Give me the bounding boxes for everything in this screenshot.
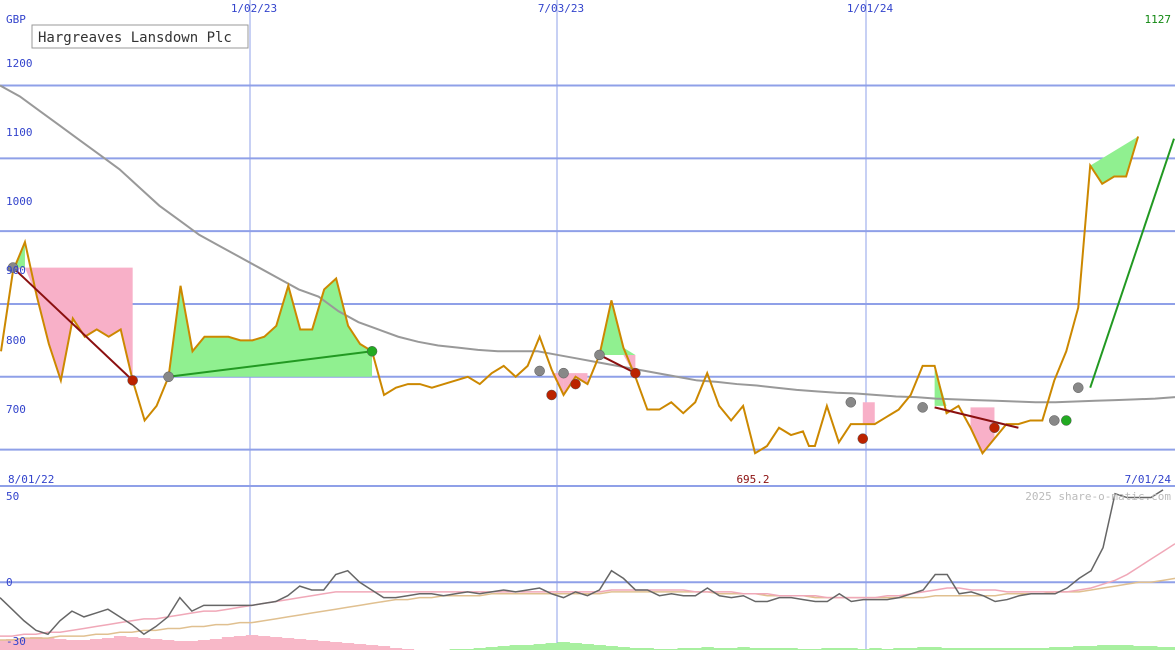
signal-marker-neutral bbox=[1072, 382, 1084, 393]
osc-bar bbox=[305, 640, 319, 650]
signal-marker-neutral bbox=[845, 397, 857, 408]
osc-bar bbox=[66, 640, 79, 650]
osc-bar bbox=[30, 637, 43, 650]
osc-tick-label: 50 bbox=[6, 490, 19, 503]
osc-bar bbox=[161, 640, 175, 650]
osc-bar bbox=[1073, 646, 1086, 650]
price-chart: GBP 1127 1/02/23 7/03/23 1/01/24 1200 11… bbox=[0, 0, 1175, 650]
osc-bar bbox=[293, 639, 307, 650]
signal-marker-sell bbox=[127, 375, 138, 386]
osc-bar bbox=[113, 636, 127, 650]
last-price-label: 1127 bbox=[1145, 13, 1172, 26]
osc-bar bbox=[1097, 645, 1110, 650]
min-price-label: 695.2 bbox=[736, 473, 769, 486]
signal-marker-neutral bbox=[917, 402, 928, 413]
y-tick-label: 900 bbox=[6, 264, 26, 277]
start-date-label: 8/01/22 bbox=[8, 473, 54, 486]
osc-tick-label: 0 bbox=[6, 576, 13, 589]
osc-bar bbox=[377, 646, 391, 650]
osc-bar bbox=[545, 643, 558, 650]
signal-marker-sell bbox=[857, 433, 869, 444]
osc-bar bbox=[521, 645, 534, 650]
osc-bar bbox=[173, 641, 187, 650]
y-tick-label: 700 bbox=[6, 403, 26, 416]
osc-bar bbox=[209, 639, 223, 650]
y-tick-label: 1200 bbox=[6, 57, 33, 70]
osc-bar bbox=[54, 639, 67, 650]
osc-bar bbox=[42, 638, 55, 650]
osc-bar bbox=[365, 645, 379, 650]
osc-bar bbox=[341, 643, 355, 650]
signal-marker-neutral bbox=[594, 349, 605, 361]
osc-tick-label: -30 bbox=[6, 635, 26, 648]
osc-bar bbox=[1133, 646, 1146, 650]
end-date-label: 7/01/24 bbox=[1125, 473, 1172, 486]
osc-bar bbox=[149, 639, 163, 650]
signal-marker-sell bbox=[570, 378, 581, 390]
signal-marker-neutral bbox=[1049, 415, 1060, 426]
signal-marker-buy bbox=[366, 346, 378, 357]
top-date-label: 7/03/23 bbox=[538, 2, 584, 15]
signal-marker-neutral bbox=[163, 371, 174, 383]
osc-bar bbox=[257, 636, 271, 650]
signal-marker-buy bbox=[1061, 415, 1072, 426]
osc-bar bbox=[497, 646, 511, 650]
osc-bar bbox=[281, 638, 295, 650]
signal-marker-sell bbox=[630, 367, 641, 379]
osc-bar bbox=[221, 637, 235, 650]
signal-marker-neutral bbox=[534, 365, 545, 377]
osc-bar bbox=[269, 637, 283, 650]
osc-bar bbox=[593, 645, 606, 650]
osc-bar bbox=[353, 644, 367, 650]
osc-bar bbox=[581, 644, 594, 650]
osc-bar bbox=[317, 641, 331, 650]
signal-marker-neutral bbox=[558, 367, 569, 379]
osc-bar bbox=[1121, 645, 1134, 650]
osc-bar bbox=[137, 638, 151, 650]
osc-bar bbox=[197, 640, 211, 650]
top-date-label: 1/02/23 bbox=[231, 2, 277, 15]
osc-bar bbox=[1085, 646, 1098, 650]
osc-bar bbox=[569, 643, 582, 650]
osc-bar bbox=[245, 635, 259, 650]
y-tick-label: 1000 bbox=[6, 195, 33, 208]
osc-bar bbox=[509, 645, 522, 650]
falling-region bbox=[862, 402, 875, 425]
osc-bar bbox=[233, 636, 247, 650]
osc-bar bbox=[1109, 645, 1122, 650]
osc-bar bbox=[557, 642, 570, 650]
y-tick-label: 1100 bbox=[6, 126, 33, 139]
osc-bar bbox=[329, 642, 343, 650]
top-date-label: 1/01/24 bbox=[847, 2, 894, 15]
osc-bar bbox=[77, 640, 91, 650]
signal-marker-sell bbox=[546, 389, 557, 401]
copyright-label: 2025 share-o-matic.com bbox=[1025, 490, 1171, 503]
osc-bar bbox=[1145, 646, 1158, 650]
signal-marker-sell bbox=[989, 422, 1000, 433]
chart-title: Hargreaves Lansdown Plc bbox=[38, 30, 232, 46]
y-tick-label: 800 bbox=[6, 334, 26, 347]
osc-bar bbox=[89, 639, 103, 650]
osc-bar bbox=[605, 646, 618, 650]
osc-bar bbox=[533, 644, 546, 650]
osc-bar bbox=[185, 641, 199, 650]
osc-bar bbox=[125, 637, 139, 650]
osc-bar bbox=[101, 638, 115, 650]
currency-label: GBP bbox=[6, 13, 26, 26]
